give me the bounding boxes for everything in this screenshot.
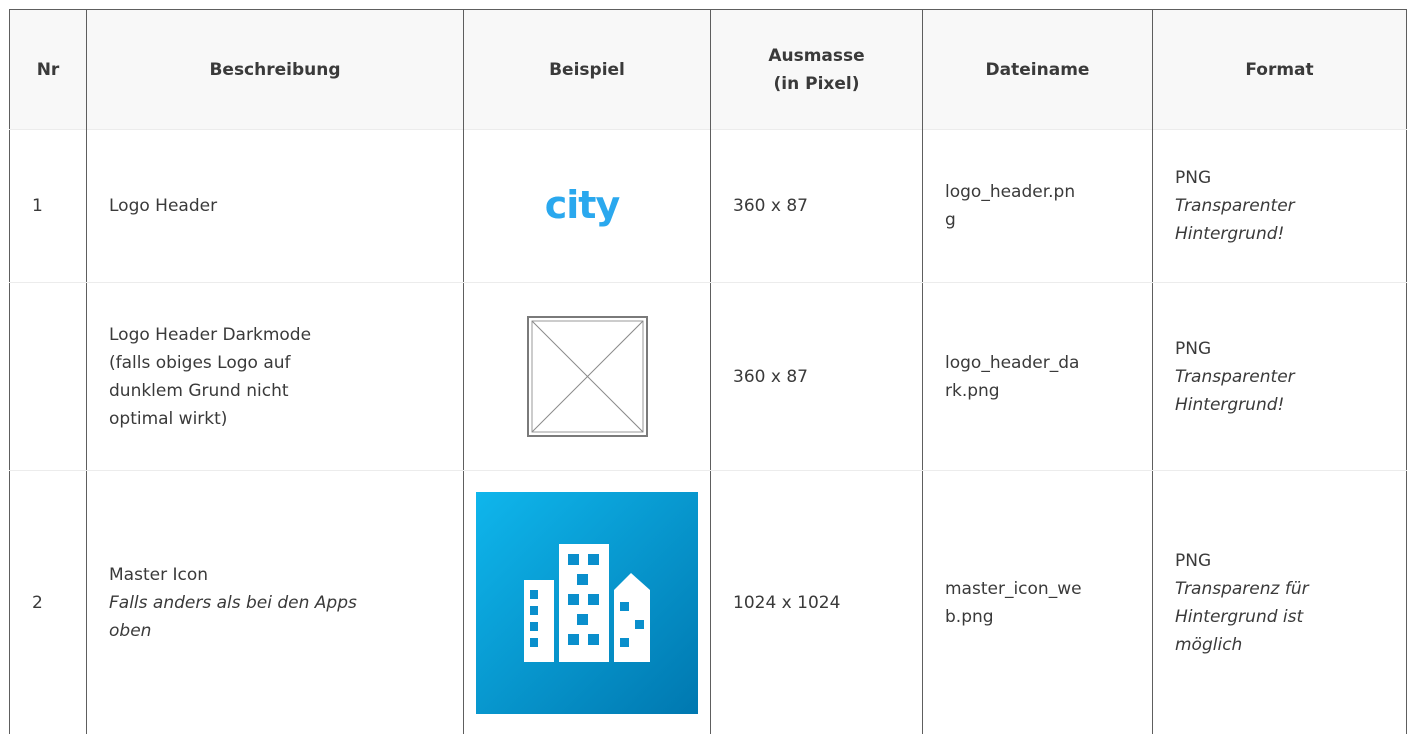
row-dimensions: 360 x 87 bbox=[711, 283, 923, 471]
header-example: Beispiel bbox=[464, 10, 711, 130]
row-format: PNG Transparenter Hintergrund! bbox=[1153, 130, 1407, 283]
filename-line2: rk.png bbox=[945, 377, 1130, 405]
format-note-line2: Hintergrund! bbox=[1175, 391, 1384, 419]
format-note-line3: möglich bbox=[1175, 631, 1384, 659]
asset-specification-table: Nr Beschreibung Beispiel Ausmasse (in Pi… bbox=[9, 9, 1407, 734]
description-line3: dunklem Grund nicht bbox=[109, 377, 441, 405]
format-type: PNG bbox=[1175, 335, 1384, 363]
row-format: PNG Transparenter Hintergrund! bbox=[1153, 283, 1407, 471]
header-format: Format bbox=[1153, 10, 1407, 130]
city-logo: city bbox=[545, 186, 620, 224]
format-note-line1: Transparenter bbox=[1175, 192, 1384, 220]
city-buildings-icon bbox=[476, 492, 698, 714]
header-dimensions-line1: Ausmasse bbox=[733, 42, 900, 70]
row-nr: 1 bbox=[10, 130, 87, 283]
format-type: PNG bbox=[1175, 164, 1384, 192]
row-dimensions: 360 x 87 bbox=[711, 130, 923, 283]
filename-line2: b.png bbox=[945, 603, 1130, 631]
header-dimensions-line2: (in Pixel) bbox=[733, 70, 900, 98]
header-filename: Dateiname bbox=[923, 10, 1153, 130]
row-format: PNG Transparenz für Hintergrund ist mögl… bbox=[1153, 471, 1407, 734]
description-line1: Master Icon bbox=[109, 561, 441, 589]
header-nr: Nr bbox=[10, 10, 87, 130]
filename-line1: logo_header_da bbox=[945, 349, 1130, 377]
table-row: 2 Master Icon Falls anders als bei den A… bbox=[10, 471, 1407, 734]
description-line2: (falls obiges Logo auf bbox=[109, 349, 441, 377]
table-row: Logo Header Darkmode (falls obiges Logo … bbox=[10, 283, 1407, 471]
filename-line1: master_icon_we bbox=[945, 575, 1130, 603]
table-header-row: Nr Beschreibung Beispiel Ausmasse (in Pi… bbox=[10, 10, 1407, 130]
table-row: 1 Logo Header city 360 x 87 logo_header.… bbox=[10, 130, 1407, 283]
header-description: Beschreibung bbox=[87, 10, 464, 130]
row-description: Logo Header Darkmode (falls obiges Logo … bbox=[87, 283, 464, 471]
format-note-line1: Transparenz für bbox=[1175, 575, 1384, 603]
description-note-line1: Falls anders als bei den Apps bbox=[109, 589, 441, 617]
row-filename: logo_header.pn g bbox=[923, 130, 1153, 283]
row-filename: master_icon_we b.png bbox=[923, 471, 1153, 734]
description-note-line2: oben bbox=[109, 617, 441, 645]
header-dimensions: Ausmasse (in Pixel) bbox=[711, 10, 923, 130]
row-nr bbox=[10, 283, 87, 471]
format-note-line2: Hintergrund ist bbox=[1175, 603, 1384, 631]
row-filename: logo_header_da rk.png bbox=[923, 283, 1153, 471]
row-description: Logo Header bbox=[87, 130, 464, 283]
row-description: Master Icon Falls anders als bei den App… bbox=[87, 471, 464, 734]
format-type: PNG bbox=[1175, 547, 1384, 575]
row-dimensions: 1024 x 1024 bbox=[711, 471, 923, 734]
filename-line1: logo_header.pn bbox=[945, 178, 1130, 206]
image-placeholder-icon bbox=[527, 316, 648, 437]
format-note-line1: Transparenter bbox=[1175, 363, 1384, 391]
row-example bbox=[464, 471, 711, 734]
filename-line2: g bbox=[945, 206, 1130, 234]
row-example bbox=[464, 283, 711, 471]
row-example: city bbox=[464, 130, 711, 283]
row-nr: 2 bbox=[10, 471, 87, 734]
description-line4: optimal wirkt) bbox=[109, 405, 441, 433]
description-line1: Logo Header Darkmode bbox=[109, 321, 441, 349]
format-note-line2: Hintergrund! bbox=[1175, 220, 1384, 248]
